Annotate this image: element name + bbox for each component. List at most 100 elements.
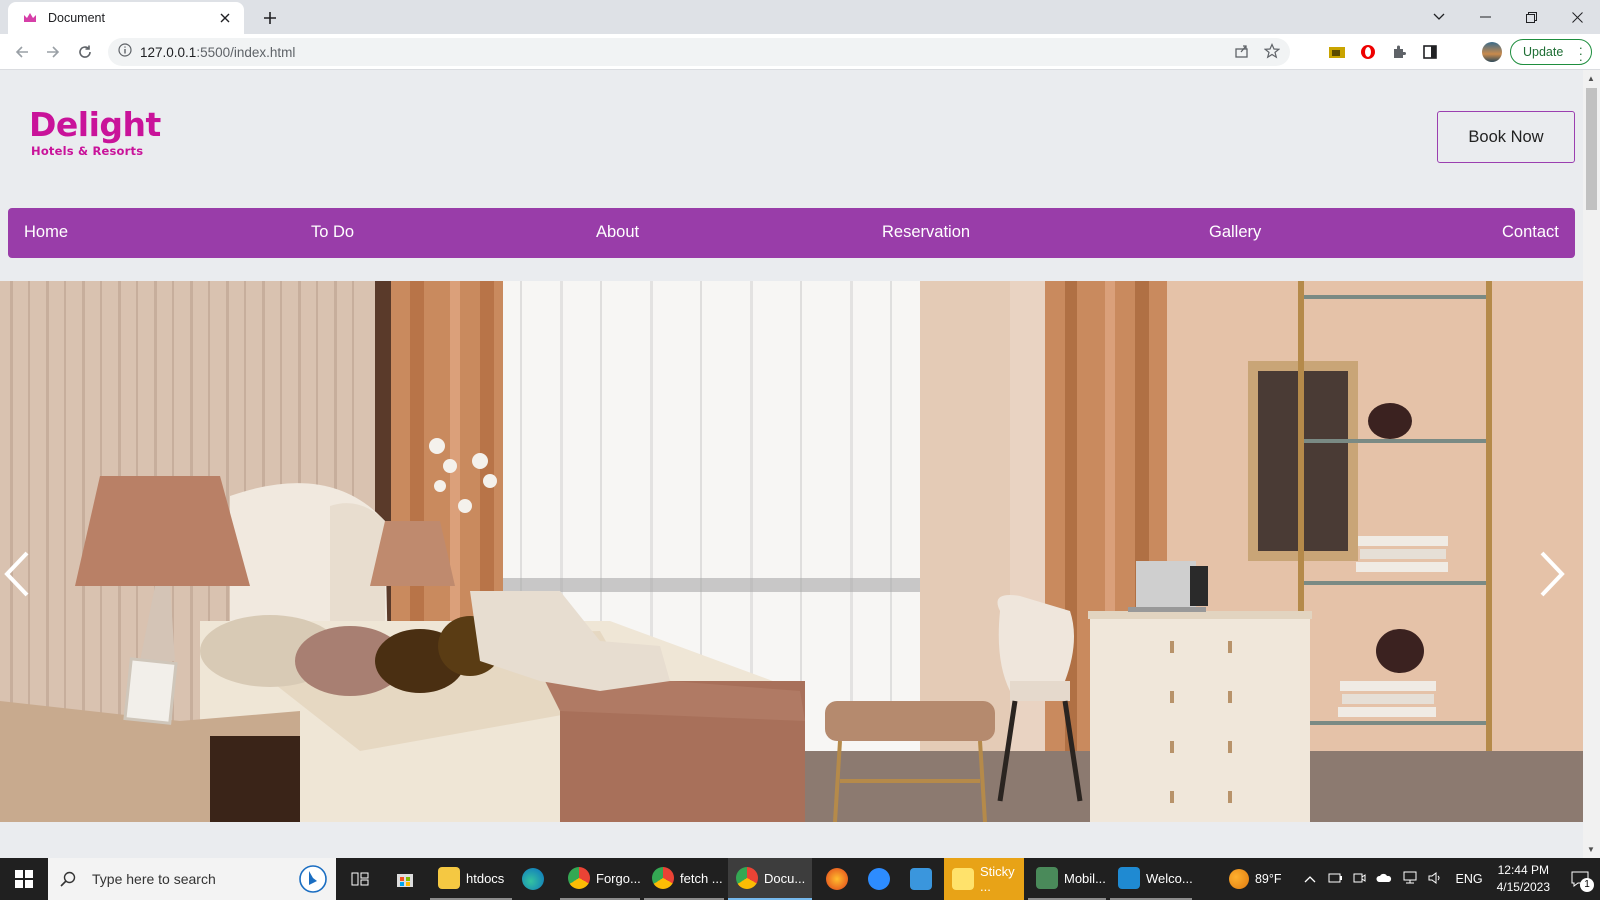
chevron-left-icon [4,551,29,597]
url-path: :5500/index.html [196,44,296,60]
taskbar-app-label: Forgo... [596,870,641,886]
chrome-icon [736,867,758,889]
site-logo[interactable]: Delight Hotels & Resorts [29,105,161,159]
bing-icon[interactable] [298,865,328,893]
minimize-icon[interactable] [1462,2,1508,32]
store-icon[interactable] [385,858,425,900]
taskbar-app-label: htdocs [466,870,505,886]
bookmark-star-icon[interactable] [1263,43,1281,64]
taskbar-app-zoom[interactable] [860,858,900,900]
chevron-right-icon [1540,551,1565,597]
nav-home[interactable]: Home [24,223,68,242]
taskbar-app-firefox[interactable] [818,858,858,900]
weather-icon[interactable] [1228,869,1249,889]
extensions-puzzle-icon[interactable] [1388,41,1410,63]
browser-tab[interactable]: Document [8,2,244,34]
book-now-button[interactable]: Book Now [1437,111,1575,163]
taskbar-app-chrome-3[interactable]: Docu... [728,858,812,900]
nav-to-do[interactable]: To Do [311,223,354,242]
kebab-menu-icon[interactable]: · · · [1579,41,1583,66]
search-placeholder: Type here to search [92,871,216,887]
clock[interactable]: 12:44 PM 4/15/2023 [1497,862,1550,896]
onedrive-icon[interactable] [1375,872,1392,886]
windows-logo-icon [15,870,33,888]
system-tray: 89°F ENG 12:44 PM 4/15/2023 1 [1228,858,1600,900]
browser-toolbar: 127.0.0.1:5500/index.html Update · · · [0,34,1600,70]
zoom-icon [868,868,890,890]
scroll-thumb[interactable] [1586,88,1597,210]
taskbar-app-sticky-notes[interactable]: Sticky ... [944,858,1024,900]
meet-now-icon[interactable] [1352,871,1366,888]
chevron-up-icon[interactable] [1304,872,1316,886]
sticky-notes-icon [952,868,974,890]
taskbar-app-chrome-2[interactable]: fetch ... [644,858,724,900]
taskbar-app-label: Docu... [764,870,806,886]
extension-opera-icon[interactable] [1357,41,1379,63]
taskbar-app-htdocs[interactable]: htdocs [430,858,512,900]
battery-icon[interactable] [1328,872,1342,887]
browser-tabstrip: Document [0,0,1600,34]
address-bar[interactable]: 127.0.0.1:5500/index.html [108,38,1290,66]
url-host: 127.0.0.1 [140,44,197,60]
update-label: Update [1523,45,1564,59]
extension-folder-icon[interactable] [1326,41,1348,63]
notification-count: 1 [1580,878,1594,892]
taskbar-app-vscode[interactable]: Welco... [1110,858,1193,900]
taskbar-app-label: Mobil... [1064,870,1106,886]
restore-icon[interactable] [1508,2,1554,32]
taskbar-app-chrome-1[interactable]: Forgo... [560,858,641,900]
logo-name: Delight [29,105,161,144]
taskbar-app-label: fetch ... [680,870,723,886]
folder-icon [438,867,460,889]
reload-icon[interactable] [73,40,97,64]
close-tab-icon[interactable] [216,9,234,27]
share-icon[interactable] [1234,43,1250,64]
crown-favicon-icon [22,10,38,26]
url-text: 127.0.0.1:5500/index.html [140,45,295,60]
scroll-down-arrow-icon[interactable]: ▼ [1587,845,1595,854]
forward-icon[interactable] [41,40,65,64]
vscode-icon [1118,867,1140,889]
network-icon[interactable] [1402,871,1418,888]
nav-about[interactable]: About [596,223,639,242]
nav-reservation[interactable]: Reservation [882,223,970,242]
carousel-prev-button[interactable] [4,551,44,605]
nav-contact[interactable]: Contact [1502,223,1559,242]
side-panel-icon[interactable] [1419,41,1441,63]
scroll-up-arrow-icon[interactable]: ▲ [1587,74,1595,83]
nav-gallery[interactable]: Gallery [1209,223,1261,242]
page-scrollbar[interactable]: ▲ ▼ [1583,70,1600,858]
carousel-next-button[interactable] [1539,551,1579,605]
search-icon [60,871,76,887]
tab-title: Document [48,11,105,25]
start-button[interactable] [0,858,48,900]
update-button[interactable]: Update · · · [1510,39,1592,66]
language-indicator[interactable]: ENG [1456,872,1483,886]
chrome-icon [568,867,590,889]
main-navigation: Home To Do About Reservation Gallery Con… [8,208,1575,258]
close-window-icon[interactable] [1554,2,1600,32]
taskbar-app-mail[interactable] [902,858,942,900]
logo-tagline: Hotels & Resorts [31,144,144,158]
new-tab-icon[interactable] [258,6,282,30]
edge-icon [522,868,544,890]
windows-taskbar: Type here to search htdocs Forgo... fetc… [0,858,1600,900]
back-icon[interactable] [10,40,34,64]
weather-temp[interactable]: 89°F [1255,872,1282,886]
taskbar-app-edge[interactable] [514,858,558,900]
taskbar-app-mobile[interactable]: Mobil... [1028,858,1106,900]
volume-icon[interactable] [1428,871,1442,888]
tab-search-chevron-icon[interactable] [1416,2,1462,32]
site-info-icon[interactable] [118,42,132,62]
task-view-icon[interactable] [340,858,380,900]
taskbar-app-label: Sticky ... [980,864,1015,894]
taskbar-search-box[interactable]: Type here to search [48,858,336,900]
chrome-icon [652,867,674,889]
profile-avatar[interactable] [1482,42,1502,62]
mail-icon [910,868,932,890]
notifications-icon[interactable]: 1 [1560,858,1600,900]
firefox-icon [826,868,848,890]
taskbar-app-label: Welco... [1146,870,1193,886]
page-viewport: Delight Hotels & Resorts Book Now Home T… [0,70,1600,858]
clock-date: 4/15/2023 [1496,880,1550,894]
